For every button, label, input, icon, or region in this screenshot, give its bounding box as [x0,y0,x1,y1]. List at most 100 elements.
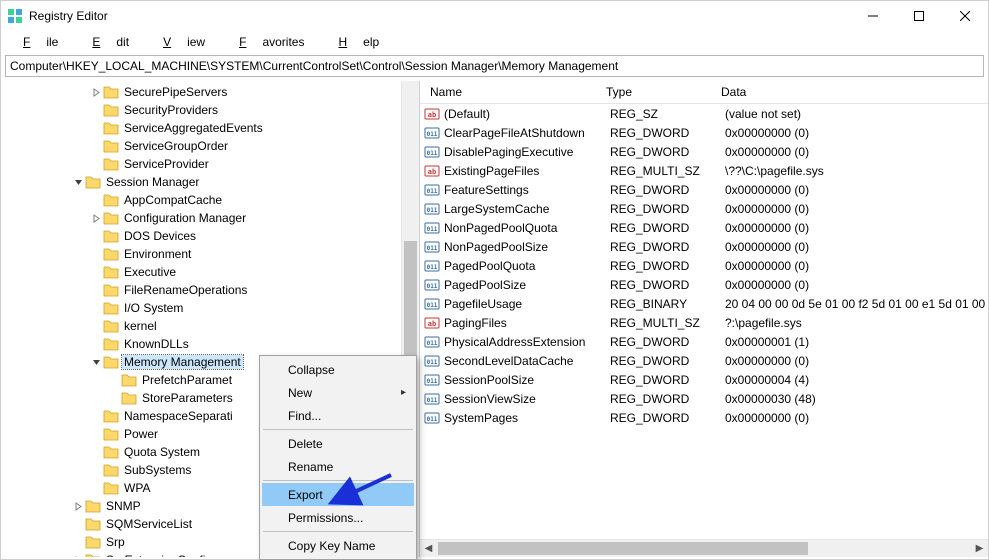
string-value-icon [424,106,440,122]
tree-item[interactable]: FileRenameOperations [1,281,419,299]
tree-item-label: KnownDLLs [122,337,191,351]
tree-item[interactable]: kernel [1,317,419,335]
value-row[interactable]: NonPagedPoolQuotaREG_DWORD0x00000000 (0) [420,218,988,237]
value-row[interactable]: SystemPagesREG_DWORD0x00000000 (0) [420,408,988,427]
close-button[interactable] [942,1,988,31]
folder-icon [103,192,119,208]
chevron-right-icon[interactable] [71,556,85,558]
chevron-right-icon[interactable] [71,502,85,511]
cm-export[interactable]: Export [262,483,414,506]
menu-favorites[interactable]: Favorites [223,33,320,51]
tree-item[interactable]: Session Manager [1,173,419,191]
folder-icon [103,102,119,118]
folder-icon [121,390,137,406]
tree-item[interactable]: SecurityProviders [1,101,419,119]
cm-find[interactable]: Find... [262,404,414,427]
menu-edit[interactable]: Edit [76,33,145,51]
value-row[interactable]: SessionPoolSizeREG_DWORD0x00000004 (4) [420,370,988,389]
string-value-icon [424,163,440,179]
value-name: FeatureSettings [444,183,610,197]
value-data: 0x00000030 (48) [725,392,988,406]
value-name: LargeSystemCache [444,202,610,216]
value-row[interactable]: PagedPoolSizeREG_DWORD0x00000000 (0) [420,275,988,294]
cm-new[interactable]: New [262,381,414,404]
value-row[interactable]: PagedPoolQuotaREG_DWORD0x00000000 (0) [420,256,988,275]
maximize-button[interactable] [896,1,942,31]
value-row[interactable]: LargeSystemCacheREG_DWORD0x00000000 (0) [420,199,988,218]
tree-item[interactable]: Executive [1,263,419,281]
value-row[interactable]: SessionViewSizeREG_DWORD0x00000030 (48) [420,389,988,408]
tree-item-label: Srp [104,535,127,549]
tree-item[interactable]: KnownDLLs [1,335,419,353]
value-type: REG_DWORD [610,354,725,368]
tree-scroll-thumb[interactable] [404,241,417,361]
tree-item[interactable]: AppCompatCache [1,191,419,209]
values-hscrollbar[interactable]: ◀ ▶ [420,539,988,557]
value-data: 0x00000000 (0) [725,240,988,254]
binary-value-icon [424,334,440,350]
menu-view[interactable]: View [147,33,221,51]
folder-icon [103,228,119,244]
value-name: SystemPages [444,411,610,425]
value-data: \??\C:\pagefile.sys [725,164,988,178]
hscroll-thumb[interactable] [438,542,808,555]
binary-value-icon [424,296,440,312]
value-name: NonPagedPoolSize [444,240,610,254]
folder-icon [103,408,119,424]
column-name[interactable]: Name [420,85,600,99]
tree-item[interactable]: SecurePipeServers [1,83,419,101]
cm-delete[interactable]: Delete [262,432,414,455]
tree-item-label: kernel [122,319,159,333]
chevron-down-icon[interactable] [89,358,103,367]
tree-item-label: NamespaceSeparati [122,409,235,423]
value-data: 0x00000000 (0) [725,411,988,425]
column-data[interactable]: Data [715,85,988,99]
tree-item[interactable]: ServiceGroupOrder [1,137,419,155]
value-name: PagefileUsage [444,297,610,311]
chevron-right-icon[interactable] [89,88,103,97]
chevron-right-icon[interactable] [89,214,103,223]
value-row[interactable]: FeatureSettingsREG_DWORD0x00000000 (0) [420,180,988,199]
titlebar: Registry Editor [1,1,988,31]
menu-file[interactable]: File [7,33,74,51]
value-row[interactable]: PagefileUsageREG_BINARY20 04 00 00 0d 5e… [420,294,988,313]
tree-item[interactable]: Environment [1,245,419,263]
value-row[interactable]: ClearPageFileAtShutdownREG_DWORD0x000000… [420,123,988,142]
cm-separator [263,429,413,430]
folder-icon [103,120,119,136]
value-row[interactable]: SecondLevelDataCacheREG_DWORD0x00000000 … [420,351,988,370]
binary-value-icon [424,391,440,407]
values-pane[interactable]: Name Type Data (Default)REG_SZ(value not… [420,81,988,557]
tree-item[interactable]: ServiceProvider [1,155,419,173]
tree-item[interactable]: I/O System [1,299,419,317]
column-type[interactable]: Type [600,85,715,99]
tree-item[interactable]: DOS Devices [1,227,419,245]
cm-separator [263,480,413,481]
cm-rename[interactable]: Rename [262,455,414,478]
address-bar[interactable]: Computer\HKEY_LOCAL_MACHINE\SYSTEM\Curre… [5,55,984,77]
value-row[interactable]: PhysicalAddressExtensionREG_DWORD0x00000… [420,332,988,351]
folder-icon [103,300,119,316]
binary-value-icon [424,182,440,198]
hscroll-left-arrow[interactable]: ◀ [420,540,437,557]
cm-permissions[interactable]: Permissions... [262,506,414,529]
tree-item-label: ServiceAggregatedEvents [122,121,265,135]
hscroll-right-arrow[interactable]: ▶ [971,540,988,557]
value-row[interactable]: (Default)REG_SZ(value not set) [420,104,988,123]
folder-icon [103,354,119,370]
tree-item[interactable]: ServiceAggregatedEvents [1,119,419,137]
tree-item[interactable]: Configuration Manager [1,209,419,227]
binary-value-icon [424,220,440,236]
value-row[interactable]: DisablePagingExecutiveREG_DWORD0x0000000… [420,142,988,161]
folder-icon [103,246,119,262]
minimize-button[interactable] [850,1,896,31]
cm-copy-key-name[interactable]: Copy Key Name [262,534,414,557]
value-row[interactable]: NonPagedPoolSizeREG_DWORD0x00000000 (0) [420,237,988,256]
menu-help[interactable]: Help [322,33,395,51]
value-row[interactable]: ExistingPageFilesREG_MULTI_SZ\??\C:\page… [420,161,988,180]
value-name: PagedPoolQuota [444,259,610,273]
chevron-down-icon[interactable] [71,178,85,187]
value-row[interactable]: PagingFilesREG_MULTI_SZ?:\pagefile.sys [420,313,988,332]
folder-icon [103,480,119,496]
cm-collapse[interactable]: Collapse [262,358,414,381]
